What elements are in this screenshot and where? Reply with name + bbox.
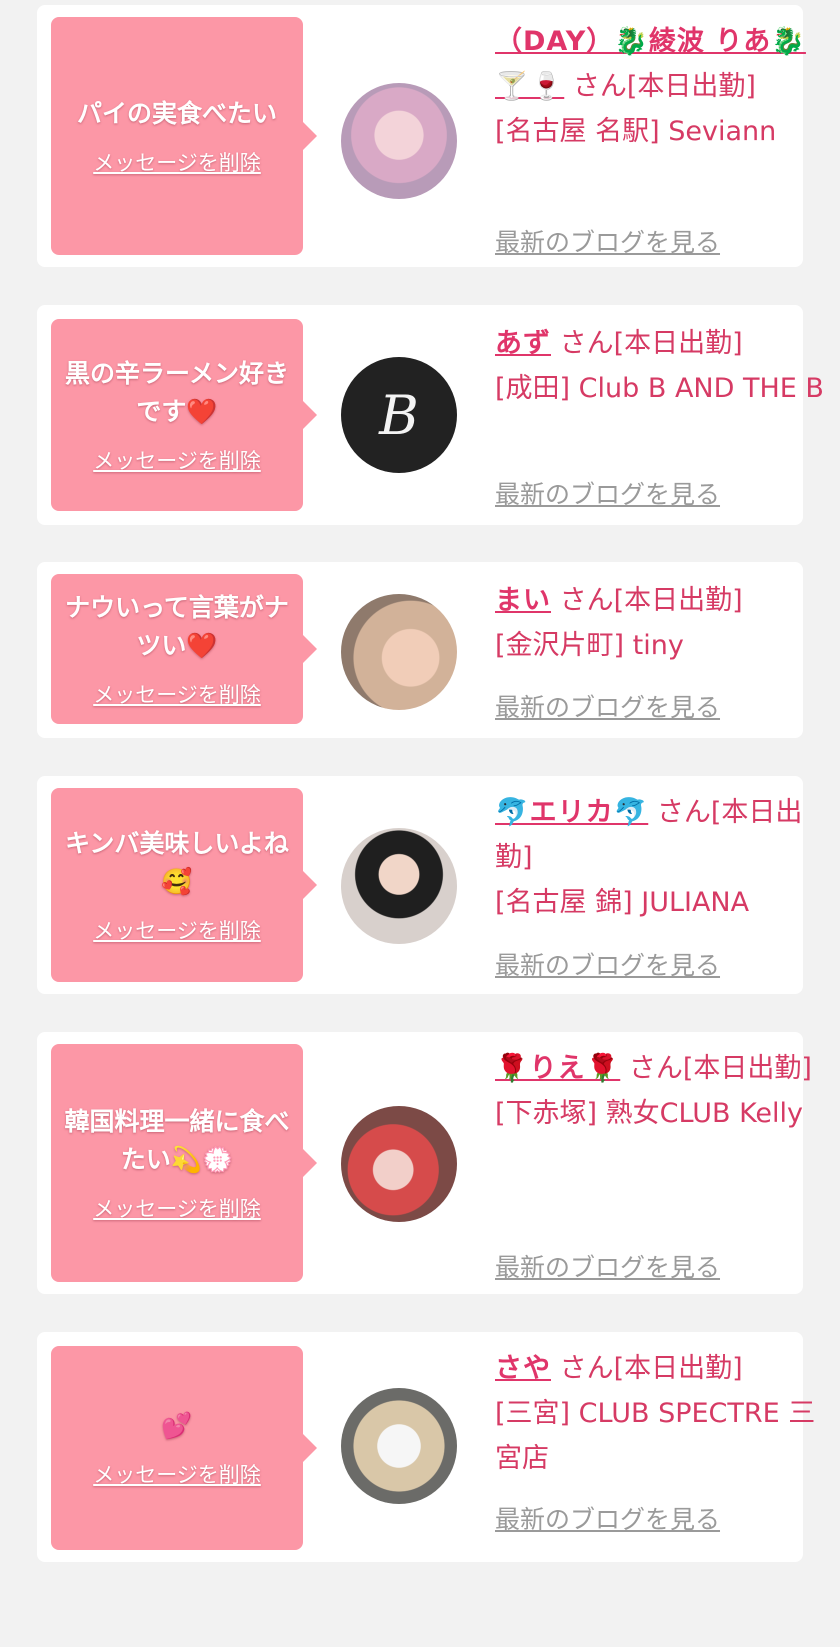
attendance-status: さん[本日出勤] — [559, 585, 743, 616]
message-card: 黒の辛ラーメン好きです❤️ メッセージを削除 B あず さん[本日出勤] [成田… — [37, 305, 824, 525]
message-bubble: 黒の辛ラーメン好きです❤️ メッセージを削除 — [51, 319, 317, 511]
club-logo: B — [379, 383, 419, 447]
delete-message-link[interactable]: メッセージを削除 — [93, 679, 261, 709]
cast-name-link[interactable]: あず — [495, 328, 551, 359]
delete-message-link[interactable]: メッセージを削除 — [93, 1459, 261, 1489]
cast-name-link[interactable]: 🌹りえ🌹 — [495, 1053, 620, 1084]
delete-message-link[interactable]: メッセージを削除 — [93, 1193, 261, 1223]
delete-message-link[interactable]: メッセージを削除 — [93, 445, 261, 475]
delete-message-link[interactable]: メッセージを削除 — [93, 915, 261, 945]
cast-info: まい さん[本日出勤] [金沢片町] tiny — [495, 578, 825, 668]
latest-blog-link[interactable]: 最新のブログを見る — [495, 223, 720, 259]
message-card: 💕 メッセージを削除 さや さん[本日出勤] [三宮] CLUB SPECTRE… — [37, 1332, 815, 1562]
message-text: キンバ美味しいよね🥰 — [65, 829, 289, 896]
delete-message-link[interactable]: メッセージを削除 — [93, 147, 261, 177]
avatar[interactable] — [341, 83, 457, 199]
avatar[interactable] — [341, 1106, 457, 1222]
message-bubble: パイの実食べたい メッセージを削除 — [51, 17, 317, 255]
message-bubble: キンバ美味しいよね🥰 メッセージを削除 — [51, 788, 317, 982]
message-card: ナウいって言葉がナツい❤️ メッセージを削除 まい さん[本日出勤] [金沢片町… — [37, 562, 803, 738]
cast-name-link[interactable]: 🐬エリカ🐬 — [495, 797, 648, 828]
store-name: [三宮] CLUB SPECTRE 三宮店 — [495, 1398, 816, 1474]
store-name: [金沢片町] tiny — [495, 630, 684, 661]
attendance-status: さん[本日出勤] — [559, 1353, 743, 1384]
message-card: パイの実食べたい メッセージを削除 （DAY）🐉綾波 りあ🐉🍸🍷 さん[本日出勤… — [37, 5, 805, 267]
cast-info: 🌹りえ🌹 さん[本日出勤] [下赤塚] 熟女CLUB Kelly — [495, 1046, 825, 1136]
cast-info: 🐬エリカ🐬 さん[本日出勤] [名古屋 錦] JULIANA — [495, 790, 825, 925]
store-name: [下赤塚] 熟女CLUB Kelly — [495, 1098, 804, 1129]
attendance-status: さん[本日出勤] — [559, 328, 743, 359]
store-name: [名古屋 名駅] Seviann — [495, 116, 777, 147]
message-text: ナウいって言葉がナツい❤️ — [65, 593, 289, 660]
message-text: パイの実食べたい — [76, 99, 277, 128]
message-text: 韓国料理一緒に食べたい💫💮 — [64, 1107, 290, 1174]
message-bubble: ナウいって言葉がナツい❤️ メッセージを削除 — [51, 574, 317, 724]
cast-info: あず さん[本日出勤] [成田] Club B AND THE B — [495, 321, 825, 411]
message-bubble: 韓国料理一緒に食べたい💫💮 メッセージを削除 — [51, 1044, 317, 1282]
store-name: [名古屋 錦] JULIANA — [495, 887, 750, 918]
cast-name-link[interactable]: さや — [495, 1353, 551, 1384]
store-name: [成田] Club B AND THE B — [495, 373, 824, 404]
latest-blog-link[interactable]: 最新のブログを見る — [495, 475, 720, 511]
avatar[interactable]: B — [341, 357, 457, 473]
latest-blog-link[interactable]: 最新のブログを見る — [495, 1500, 720, 1536]
latest-blog-link[interactable]: 最新のブログを見る — [495, 946, 720, 982]
attendance-status: さん[本日出勤] — [628, 1053, 812, 1084]
message-text: 💕 — [161, 1411, 193, 1440]
message-text: 黒の辛ラーメン好きです❤️ — [64, 359, 289, 426]
avatar[interactable] — [341, 828, 457, 944]
message-bubble: 💕 メッセージを削除 — [51, 1346, 317, 1550]
message-card: キンバ美味しいよね🥰 メッセージを削除 🐬エリカ🐬 さん[本日出勤] [名古屋 … — [37, 776, 803, 994]
attendance-status: さん[本日出勤] — [572, 71, 756, 102]
avatar[interactable] — [341, 594, 457, 710]
latest-blog-link[interactable]: 最新のブログを見る — [495, 1248, 720, 1284]
message-list: パイの実食べたい メッセージを削除 （DAY）🐉綾波 りあ🐉🍸🍷 さん[本日出勤… — [0, 0, 840, 1647]
avatar[interactable] — [341, 1388, 457, 1504]
latest-blog-link[interactable]: 最新のブログを見る — [495, 688, 720, 724]
cast-info: さや さん[本日出勤] [三宮] CLUB SPECTRE 三宮店 — [495, 1346, 825, 1481]
message-card: 韓国料理一緒に食べたい💫💮 メッセージを削除 🌹りえ🌹 さん[本日出勤] [下赤… — [37, 1032, 812, 1294]
cast-info: （DAY）🐉綾波 りあ🐉🍸🍷 さん[本日出勤] [名古屋 名駅] Seviann — [495, 19, 825, 154]
cast-name-link[interactable]: まい — [495, 585, 551, 616]
